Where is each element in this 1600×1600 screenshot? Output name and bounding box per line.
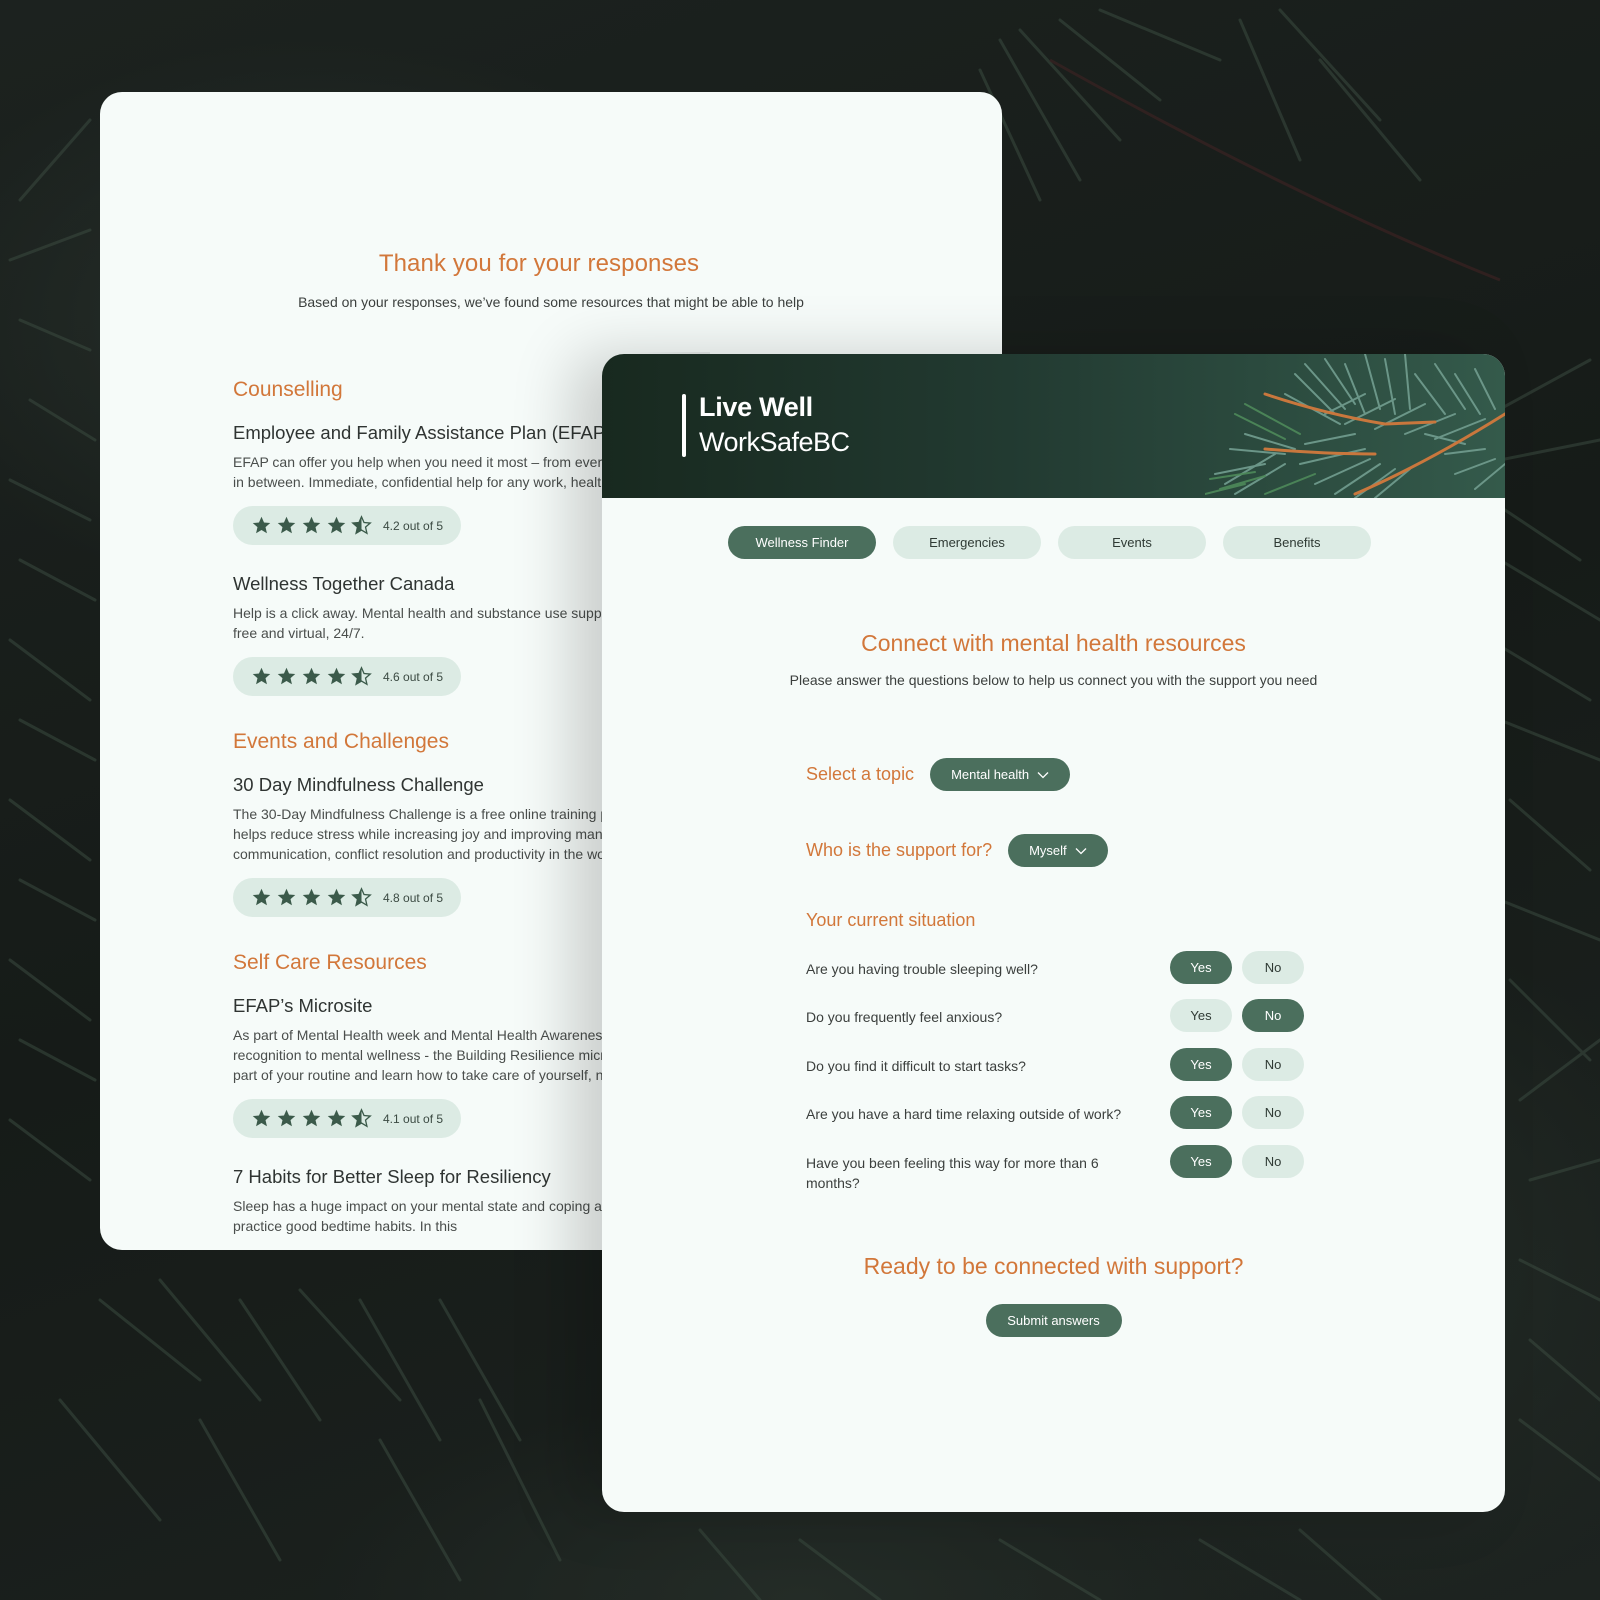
audience-label: Who is the support for? [806, 840, 993, 860]
no-button[interactable]: No [1242, 1096, 1304, 1129]
star-rating [251, 666, 372, 687]
no-button[interactable]: No [1242, 1048, 1304, 1081]
yes-no-toggle: Yes No [1170, 1048, 1304, 1081]
star-icon-half [351, 887, 372, 907]
topic-dropdown[interactable]: Mental health [930, 758, 1071, 791]
yes-no-toggle: Yes No [1170, 999, 1304, 1032]
star-icon-half [351, 515, 372, 535]
star-icon-full [277, 516, 296, 534]
rating-label: 4.2 out of 5 [383, 518, 444, 533]
chevron-down-icon [1037, 771, 1049, 778]
star-rating [251, 887, 372, 908]
star-icon-full [277, 667, 296, 685]
wellness-finder-card: Live Well WorkSafeBC Wellness Finder Eme… [602, 354, 1505, 1512]
yes-no-toggle: Yes No [1170, 1145, 1304, 1178]
topic-field: Select a topic Mental health [806, 758, 1071, 791]
no-button[interactable]: No [1242, 951, 1304, 984]
results-title: Thank you for your responses [378, 250, 700, 277]
question-text: Are you having trouble sleeping well? [806, 961, 1038, 977]
rating-badge: 4.2 out of 5 [233, 506, 462, 545]
topic-label: Select a topic [806, 764, 915, 784]
brand-org: WorkSafeBC [699, 427, 850, 457]
yes-button[interactable]: Yes [1170, 1096, 1232, 1129]
star-icon-full [327, 667, 346, 685]
yes-button[interactable]: Yes [1170, 1145, 1232, 1178]
pine-branch-illustration [1205, 354, 1505, 498]
question-row: Are you have a hard time relaxing outsid… [806, 1096, 1306, 1136]
yes-button[interactable]: Yes [1170, 1048, 1232, 1081]
app-header: Live Well WorkSafeBC [602, 354, 1505, 498]
yes-button[interactable]: Yes [1170, 951, 1232, 984]
form-subtitle: Please answer the questions below to hel… [789, 672, 1318, 688]
brand-divider [682, 394, 686, 457]
question-row: Are you having trouble sleeping well? Ye… [806, 951, 1306, 991]
tab-wellness-finder[interactable]: Wellness Finder [728, 526, 876, 559]
star-icon-full [252, 667, 271, 685]
star-icon-full [252, 888, 271, 906]
chevron-down-icon [1075, 847, 1087, 854]
star-icon-full [302, 516, 321, 534]
topic-value: Mental health [951, 767, 1030, 782]
no-button[interactable]: No [1242, 999, 1304, 1032]
star-icon-half [351, 666, 372, 686]
form-title: Connect with mental health resources [861, 630, 1246, 656]
submit-answers-button[interactable]: Submit answers [985, 1304, 1122, 1337]
audience-dropdown[interactable]: Myself [1008, 834, 1108, 867]
star-rating [251, 1108, 372, 1129]
star-icon-full [302, 667, 321, 685]
main-nav-tabs: Wellness Finder Emergencies Events Benef… [602, 526, 1501, 559]
yes-button[interactable]: Yes [1170, 999, 1232, 1032]
audience-value: Myself [1029, 843, 1067, 858]
star-icon-full [327, 516, 346, 534]
question-row: Do you find it difficult to start tasks?… [806, 1048, 1306, 1088]
situation-title: Your current situation [806, 910, 976, 930]
star-icon-half [351, 1108, 372, 1128]
star-icon-full [302, 1109, 321, 1127]
rating-label: 4.8 out of 5 [383, 890, 444, 905]
tab-events[interactable]: Events [1058, 526, 1206, 559]
no-button[interactable]: No [1242, 1145, 1304, 1178]
rating-badge: 4.6 out of 5 [233, 657, 462, 696]
star-rating [251, 515, 372, 536]
question-row: Have you been feeling this way for more … [806, 1145, 1306, 1191]
brand-name: Live Well [699, 392, 813, 422]
star-icon-full [277, 888, 296, 906]
question-row: Do you frequently feel anxious? Yes No [806, 999, 1306, 1039]
yes-no-toggle: Yes No [1170, 951, 1304, 984]
question-text: Do you frequently feel anxious? [806, 1009, 1003, 1025]
rating-label: 4.6 out of 5 [383, 669, 444, 684]
rating-badge: 4.8 out of 5 [233, 878, 462, 917]
star-icon-full [252, 1109, 271, 1127]
star-icon-full [327, 1109, 346, 1127]
cta-title: Ready to be connected with support? [863, 1253, 1244, 1279]
tab-benefits[interactable]: Benefits [1223, 526, 1371, 559]
audience-field: Who is the support for? Myself [806, 834, 1108, 867]
question-text: Are you have a hard time relaxing outsid… [806, 1106, 1122, 1122]
star-icon-full [302, 888, 321, 906]
rating-label: 4.1 out of 5 [383, 1111, 444, 1126]
tab-emergencies[interactable]: Emergencies [893, 526, 1041, 559]
star-icon-full [277, 1109, 296, 1127]
question-text: Do you find it difficult to start tasks? [806, 1058, 1026, 1074]
yes-no-toggle: Yes No [1170, 1096, 1304, 1129]
star-icon-full [327, 888, 346, 906]
rating-badge: 4.1 out of 5 [233, 1099, 462, 1138]
star-icon-full [252, 516, 271, 534]
question-text: Have you been feeling this way for more … [806, 1155, 1099, 1191]
